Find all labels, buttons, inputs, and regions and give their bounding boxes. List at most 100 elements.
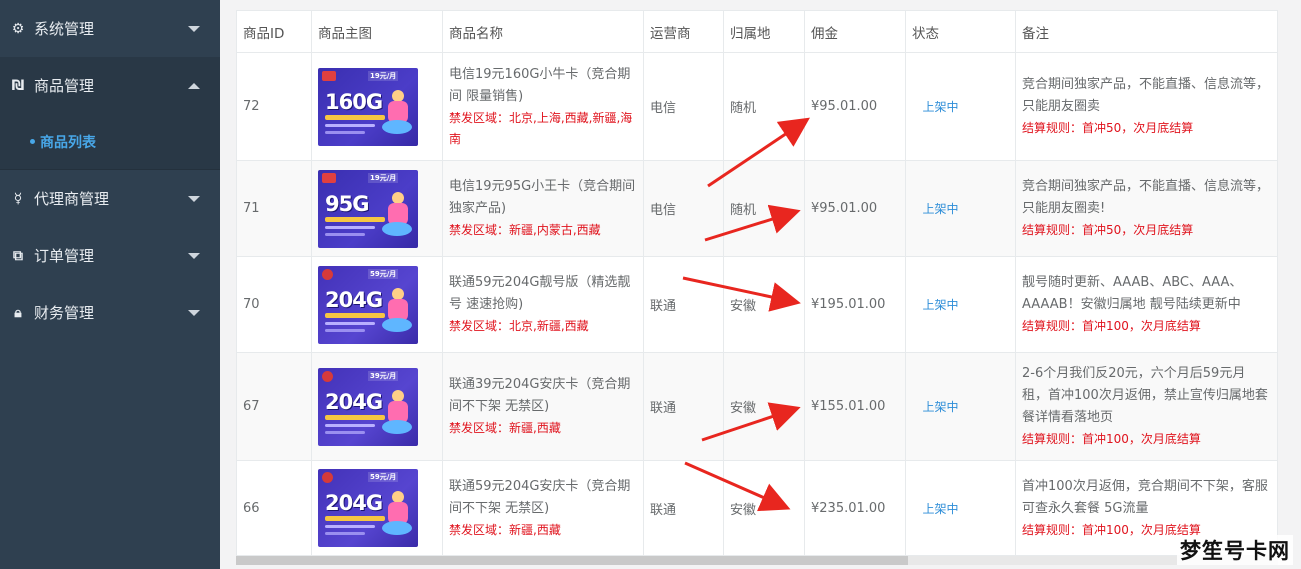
nav-finance[interactable]: 🔒︎ 财务管理 — [0, 284, 220, 341]
chevron-up-icon — [188, 82, 200, 89]
cell-id: 67 — [236, 353, 311, 460]
header-name: 商品名称 — [442, 11, 643, 52]
banned-regions: 禁发区域：北京,上海,西藏,新疆,海南 — [449, 110, 633, 146]
sidebar: ⚙ 系统管理 ₪ 商品管理 商品列表 ☿ 代理商管理 ⧉ 订单管理 🔒︎ 财务管… — [0, 0, 220, 569]
cell-status: 上架中 — [905, 257, 1015, 352]
nav-label: 系统管理 — [34, 20, 95, 38]
thumb-data-amount: 160G — [325, 89, 383, 114]
cell-id: 66 — [236, 461, 311, 555]
thumb-band — [325, 114, 385, 120]
header-operator: 运营商 — [643, 11, 723, 52]
cell-status: 上架中 — [905, 353, 1015, 460]
cell-commission: ¥155.01.00 — [804, 353, 905, 460]
header-id: 商品ID — [236, 11, 311, 52]
cell-operator: 联通 — [643, 461, 723, 555]
chevron-down-icon — [188, 252, 200, 259]
header-status: 状态 — [905, 11, 1015, 52]
cell-name: 联通39元204G安庆卡（竞合期间不下架 无禁区) 禁发区域：新疆,西藏 — [442, 353, 643, 460]
banned-regions: 禁发区域：新疆,西藏 — [449, 421, 561, 435]
banned-regions: 禁发区域：北京,新疆,西藏 — [449, 319, 589, 333]
cell-location: 随机 — [723, 161, 804, 256]
cell-name: 电信19元95G小王卡（竞合期间 独家产品) 禁发区域：新疆,内蒙古,西藏 — [442, 161, 643, 256]
thumb-price: 59元/月 — [368, 472, 399, 482]
settlement-rule: 结算规则：首冲50，次月底结算 — [1022, 121, 1194, 135]
thumb-band — [325, 232, 365, 236]
note-text: 竞合期间独家产品，不能直播、信息流等，只能朋友圈卖 — [1022, 77, 1270, 114]
note-text: 靓号随时更新、AAAB、ABC、AAA、AAAAB！安徽归属地 靓号陆续更新中 — [1022, 275, 1243, 312]
nav-label: 财务管理 — [34, 304, 95, 322]
nav-system[interactable]: ⚙ 系统管理 — [0, 0, 220, 57]
cell-operator: 联通 — [643, 353, 723, 460]
thumb-band — [325, 123, 375, 127]
cell-status: 上架中 — [905, 461, 1015, 555]
chevron-down-icon — [188, 195, 200, 202]
product-thumbnail[interactable]: 39元/月 204G — [318, 367, 418, 446]
thumb-band — [325, 414, 385, 420]
status-link[interactable]: 上架中 — [906, 500, 989, 517]
settlement-rule: 结算规则：首冲100，次月底结算 — [1022, 319, 1201, 333]
cell-location: 安徽 — [723, 257, 804, 352]
order-icon: ⧉ — [13, 247, 23, 264]
horizontal-scrollbar-thumb[interactable] — [236, 556, 908, 565]
cell-commission: ¥95.01.00 — [804, 161, 905, 256]
cell-note: 竞合期间独家产品，不能直播、信息流等，只能朋友圈卖! 结算规则：首冲50，次月底结… — [1015, 161, 1278, 256]
status-link[interactable]: 上架中 — [906, 98, 989, 115]
mascot-illustration — [382, 389, 412, 434]
product-thumbnail[interactable]: 19元/月 95G — [318, 169, 418, 248]
thumb-band — [325, 321, 375, 325]
thumb-band — [325, 130, 365, 134]
cell-name: 联通59元204G靓号版（精选靓号 速速抢购) 禁发区域：北京,新疆,西藏 — [442, 257, 643, 352]
bullet-icon — [30, 139, 35, 144]
product-name: 电信19元160G小牛卡（竞合期间 限量销售) — [449, 66, 631, 104]
nav-product-list[interactable]: 商品列表 — [0, 114, 220, 170]
nav-orders[interactable]: ⧉ 订单管理 — [0, 227, 220, 284]
product-name: 联通39元204G安庆卡（竞合期间不下架 无禁区) — [449, 377, 631, 414]
thumb-data-amount: 204G — [325, 287, 383, 312]
mascot-illustration — [382, 491, 412, 535]
table-row: 67 39元/月 204G 联通39元204G安庆卡（竞合期间不下架 无禁区) 禁发区域… — [236, 353, 1278, 461]
nav-products[interactable]: ₪ 商品管理 — [0, 57, 220, 114]
thumb-band — [325, 516, 385, 521]
cell-commission: ¥95.01.00 — [804, 53, 905, 160]
finance-icon: 🔒︎ — [14, 304, 22, 321]
nav-label: 商品管理 — [34, 77, 95, 95]
cell-name: 电信19元160G小牛卡（竞合期间 限量销售) 禁发区域：北京,上海,西藏,新疆,… — [442, 53, 643, 160]
cell-id: 71 — [236, 161, 311, 256]
cell-location: 安徽 — [723, 353, 804, 460]
header-commission: 佣金 — [804, 11, 905, 52]
thumb-band — [325, 430, 365, 434]
product-name: 联通59元204G靓号版（精选靓号 速速抢购) — [449, 275, 631, 312]
agent-icon: ☿ — [13, 190, 23, 207]
product-thumbnail[interactable]: 19元/月 160G — [318, 67, 418, 146]
status-link[interactable]: 上架中 — [906, 200, 989, 217]
settlement-rule: 结算规则：首冲100，次月底结算 — [1022, 432, 1201, 446]
cell-image: 59元/月 204G — [311, 461, 442, 555]
nav-label: 代理商管理 — [34, 190, 110, 208]
thumb-band — [325, 423, 375, 427]
banned-regions: 禁发区域：新疆,内蒙古,西藏 — [449, 223, 601, 237]
header-note: 备注 — [1015, 11, 1278, 52]
cell-image: 19元/月 160G — [311, 53, 442, 160]
status-link[interactable]: 上架中 — [906, 296, 989, 313]
thumb-band — [325, 216, 385, 222]
table-row: 71 19元/月 95G 电信19元95G小王卡（竞合期间 独家产品) 禁发区域：新疆,… — [236, 161, 1278, 257]
thumb-band — [325, 532, 365, 535]
cell-note: 竞合期间独家产品，不能直播、信息流等，只能朋友圈卖结算规则：首冲50，次月底结算 — [1015, 53, 1278, 160]
nav-agents[interactable]: ☿ 代理商管理 — [0, 170, 220, 227]
nav-sub-label: 商品列表 — [40, 134, 96, 151]
thumb-data-amount: 204G — [325, 389, 383, 414]
settlement-rule: 结算规则：首冲50，次月底结算 — [1022, 223, 1194, 237]
thumb-price: 59元/月 — [368, 268, 399, 279]
thumb-band — [325, 225, 375, 229]
carrier-logo-icon — [322, 472, 333, 483]
cell-image: 19元/月 95G — [311, 161, 442, 256]
product-thumbnail[interactable]: 59元/月 204G — [318, 265, 418, 344]
mascot-illustration — [382, 287, 412, 332]
cell-location: 安徽 — [723, 461, 804, 555]
product-thumbnail[interactable]: 59元/月 204G — [318, 469, 418, 547]
product-icon: ₪ — [11, 77, 25, 94]
chevron-down-icon — [188, 309, 200, 316]
status-link[interactable]: 上架中 — [906, 398, 989, 415]
carrier-logo-icon — [322, 70, 336, 81]
chevron-down-icon — [188, 25, 200, 32]
